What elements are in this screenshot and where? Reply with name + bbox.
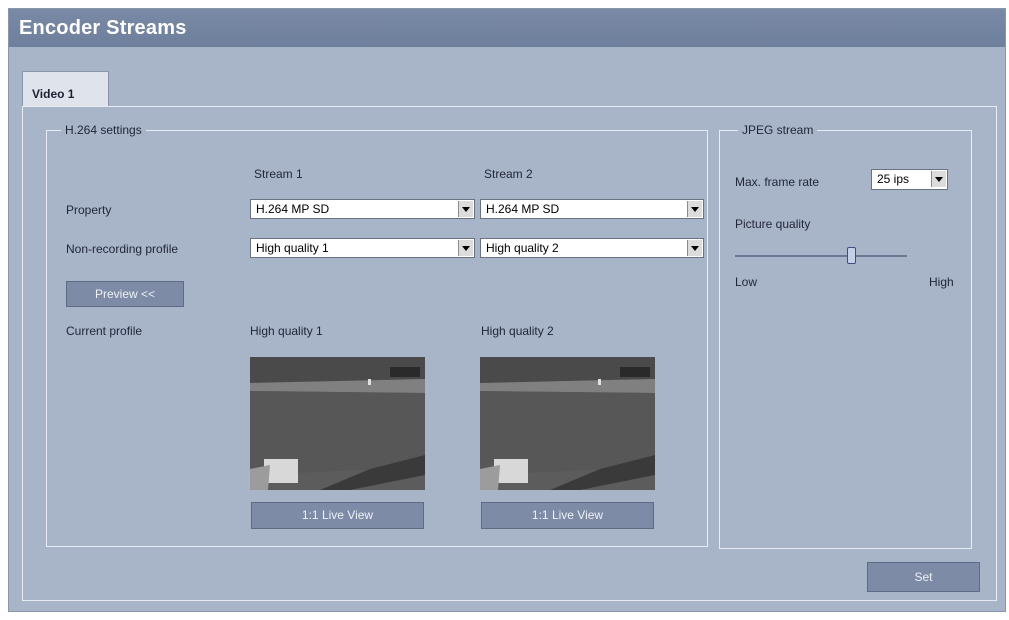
encoder-streams-window: Encoder Streams Video 1 H.264 settings S…	[8, 8, 1006, 612]
tab-video-1[interactable]: Video 1	[22, 71, 109, 107]
h264-settings-group: H.264 settings Stream 1 Stream 2 Propert…	[46, 123, 708, 547]
h264-settings-legend: H.264 settings	[61, 123, 146, 137]
chevron-down-icon[interactable]	[931, 171, 946, 187]
non-recording-profile-label: Non-recording profile	[66, 242, 179, 256]
current-profile-stream-1: High quality 1	[250, 324, 323, 338]
quality-high-label: High	[929, 275, 954, 289]
stream-1-header: Stream 1	[254, 167, 303, 181]
stream-1-preview-image	[250, 357, 425, 490]
title-bar: Encoder Streams	[9, 9, 1005, 47]
stream-2-preview-image	[480, 357, 655, 490]
picture-quality-slider-track[interactable]	[735, 255, 907, 257]
live-view-2-button[interactable]: 1:1 Live View	[481, 502, 654, 529]
non-recording-stream-1-select[interactable]: High quality 1	[250, 238, 475, 258]
non-recording-stream-2-value: High quality 2	[486, 241, 559, 255]
preview-button[interactable]: Preview <<	[66, 281, 184, 307]
chevron-down-icon[interactable]	[687, 201, 702, 217]
non-recording-stream-2-select[interactable]: High quality 2	[480, 238, 704, 258]
chevron-down-icon[interactable]	[458, 201, 473, 217]
property-stream-1-value: H.264 MP SD	[256, 202, 330, 216]
property-stream-2-value: H.264 MP SD	[486, 202, 560, 216]
picture-quality-label: Picture quality	[735, 217, 811, 231]
property-stream-1-select[interactable]: H.264 MP SD	[250, 199, 475, 219]
max-frame-rate-select[interactable]: 25 ips	[871, 169, 948, 190]
stream-2-header: Stream 2	[484, 167, 533, 181]
jpeg-stream-legend: JPEG stream	[738, 123, 818, 137]
quality-low-label: Low	[735, 275, 758, 289]
max-frame-rate-label: Max. frame rate	[735, 175, 820, 189]
chevron-down-icon[interactable]	[458, 240, 473, 256]
live-view-1-button[interactable]: 1:1 Live View	[251, 502, 424, 529]
current-profile-stream-2: High quality 2	[481, 324, 554, 338]
page-title: Encoder Streams	[19, 17, 187, 39]
current-profile-label: Current profile	[66, 324, 143, 338]
picture-quality-slider-thumb[interactable]	[847, 247, 857, 264]
property-label: Property	[66, 203, 112, 217]
non-recording-stream-1-value: High quality 1	[256, 241, 329, 255]
max-frame-rate-value: 25 ips	[877, 172, 910, 186]
tab-panel: H.264 settings Stream 1 Stream 2 Propert…	[22, 106, 997, 601]
property-stream-2-select[interactable]: H.264 MP SD	[480, 199, 704, 219]
set-button[interactable]: Set	[867, 562, 980, 592]
jpeg-stream-group: JPEG stream Max. frame rate 25 ips Pictu…	[719, 123, 972, 549]
chevron-down-icon[interactable]	[687, 240, 702, 256]
